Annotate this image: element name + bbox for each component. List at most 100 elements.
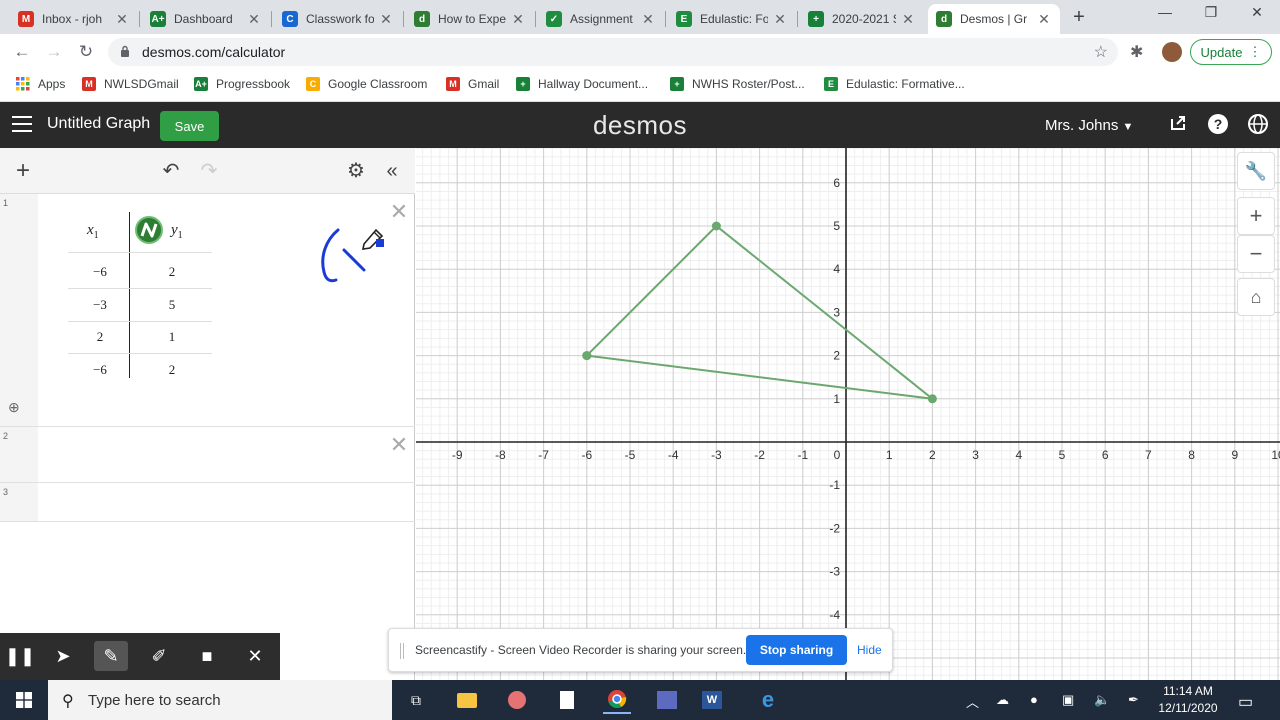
cursor-arrow-icon[interactable]: ➤: [46, 641, 80, 671]
tab-close-icon[interactable]: ✕: [510, 11, 526, 28]
x-cell[interactable]: −6: [70, 362, 130, 378]
webcam-icon[interactable]: ■: [190, 641, 224, 671]
graph-settings-wrench-icon[interactable]: 🔧: [1237, 152, 1275, 190]
back-icon[interactable]: ←: [10, 40, 34, 64]
undo-icon[interactable]: ↶: [158, 158, 184, 184]
hamburger-menu-icon[interactable]: [12, 116, 32, 132]
pause-icon[interactable]: ❚❚: [3, 641, 37, 671]
globe-language-icon[interactable]: [1246, 113, 1270, 137]
pen-cursor-icon: [361, 228, 384, 250]
bookmark-item[interactable]: A+ Progressbook: [194, 77, 290, 91]
drag-grip-icon[interactable]: [400, 643, 404, 659]
browser-tab[interactable]: d How to Expe ✕: [406, 4, 534, 34]
snipping-tool-icon[interactable]: [503, 686, 531, 714]
hide-button[interactable]: Hide: [857, 643, 882, 657]
tab-close-icon[interactable]: ✕: [640, 11, 656, 28]
browser-tab[interactable]: ✓ Assignment ✕: [538, 4, 664, 34]
y-tick-label: -4: [829, 608, 840, 622]
redo-icon[interactable]: ↷: [196, 158, 222, 184]
notepad-icon[interactable]: [553, 686, 581, 714]
restore-icon[interactable]: ❐: [1188, 4, 1234, 21]
close-toolbar-icon[interactable]: ✕: [238, 641, 272, 671]
bookmark-item[interactable]: M NWLSDGmail: [82, 77, 179, 91]
graph-title[interactable]: Untitled Graph: [47, 115, 150, 133]
volume-icon[interactable]: 🔈: [1094, 692, 1110, 708]
x-cell[interactable]: −3: [70, 297, 130, 313]
eraser-icon[interactable]: ✐: [142, 641, 176, 671]
file-explorer-icon[interactable]: [453, 686, 481, 714]
microphone-icon[interactable]: ●: [1030, 692, 1038, 707]
zoom-fit-icon[interactable]: ⊕: [8, 399, 20, 416]
minimize-icon[interactable]: —: [1142, 4, 1188, 20]
help-icon[interactable]: ?: [1206, 113, 1230, 137]
onedrive-cloud-icon[interactable]: ☁: [996, 692, 1009, 708]
save-button[interactable]: Save: [160, 111, 219, 141]
y-column-header[interactable]: y1: [171, 222, 183, 241]
browser-tab[interactable]: C Classwork fo ✕: [274, 4, 402, 34]
x-column-header[interactable]: x1: [87, 222, 99, 241]
collapse-panel-icon[interactable]: «: [379, 158, 405, 184]
zoom-out-icon[interactable]: −: [1237, 235, 1275, 273]
address-bar[interactable]: desmos.com/calculator ☆: [108, 38, 1118, 66]
y-cell[interactable]: 1: [142, 329, 202, 345]
tab-separator: [403, 11, 404, 27]
window-close-icon[interactable]: ✕: [1234, 4, 1280, 21]
calculator-app-icon[interactable]: [653, 686, 681, 714]
y-cell[interactable]: 5: [142, 297, 202, 313]
camera-tray-icon[interactable]: ▣: [1062, 692, 1074, 708]
browser-tab[interactable]: E Edulastic: Fo ✕: [668, 4, 796, 34]
tab-close-icon[interactable]: ✕: [114, 11, 130, 28]
y-tick-label: -2: [829, 521, 840, 535]
chrome-icon[interactable]: [603, 686, 631, 714]
graph-paper[interactable]: -9 -8 -7 -6 -5 -4 -3 -2 -1 0 1 2 3 4 5 6 7 8 9 10 -4 -3 -2 -1 1 2…: [416, 148, 1280, 680]
bookmark-item[interactable]: + NWHS Roster/Post...: [670, 77, 805, 91]
point-style-icon[interactable]: [135, 216, 163, 244]
pen-tool-icon[interactable]: ✎: [94, 641, 128, 671]
y-cell[interactable]: 2: [142, 264, 202, 280]
pen-workspace-icon[interactable]: ✒: [1128, 692, 1139, 708]
system-clock[interactable]: 11:14 AM 12/11/2020: [1150, 683, 1226, 717]
bookmark-item[interactable]: C Google Classroom: [306, 77, 427, 91]
show-hidden-icons-chevron[interactable]: ︿: [966, 692, 979, 711]
update-button[interactable]: Update ⋮: [1190, 39, 1272, 65]
x-cell[interactable]: −6: [70, 264, 130, 280]
bookmark-item[interactable]: Apps: [16, 77, 65, 91]
reload-icon[interactable]: ↻: [74, 40, 98, 64]
add-item-plus-icon[interactable]: +: [10, 158, 36, 184]
tab-close-icon[interactable]: ✕: [1036, 11, 1052, 28]
browser-tab[interactable]: A+ Dashboard ✕: [142, 4, 270, 34]
tab-close-icon[interactable]: ✕: [900, 11, 916, 28]
stop-sharing-button[interactable]: Stop sharing: [746, 635, 847, 665]
new-tab-button[interactable]: +: [1068, 6, 1090, 29]
default-viewport-home-icon[interactable]: ⌂: [1237, 278, 1275, 316]
delete-table-icon[interactable]: ✕: [388, 201, 410, 223]
action-center-icon[interactable]: ▭: [1238, 692, 1253, 712]
windows-start-icon[interactable]: [16, 692, 32, 708]
browser-tab[interactable]: +2020-2021 S ✕: [800, 4, 924, 34]
forward-icon[interactable]: →: [42, 40, 66, 64]
tab-close-icon[interactable]: ✕: [378, 11, 394, 28]
settings-gear-icon[interactable]: ⚙: [343, 158, 369, 184]
x-cell[interactable]: 2: [70, 329, 130, 345]
user-menu[interactable]: Mrs. Johns ▼: [1045, 117, 1133, 134]
tab-close-icon[interactable]: ✕: [772, 11, 788, 28]
browser-tab[interactable]: M Inbox - rjoh ✕: [10, 4, 138, 34]
tab-close-icon[interactable]: ✕: [246, 11, 262, 28]
word-icon[interactable]: W: [698, 686, 726, 714]
zoom-in-icon[interactable]: +: [1237, 197, 1275, 235]
graph-canvas[interactable]: -9 -8 -7 -6 -5 -4 -3 -2 -1 0 1 2 3 4 5 6 7 8 9 10 -4 -3 -2 -1 1 2…: [416, 148, 1280, 680]
task-view-icon[interactable]: ⧉: [402, 686, 430, 714]
y-cell[interactable]: 2: [142, 362, 202, 378]
browser-toolbar: ← → ↻ desmos.com/calculator ☆: [0, 34, 1280, 70]
bookmark-item[interactable]: M Gmail: [446, 77, 499, 91]
edge-icon[interactable]: e: [754, 686, 782, 714]
bookmark-item[interactable]: + Hallway Document...: [516, 77, 648, 91]
profile-avatar[interactable]: [1162, 42, 1182, 62]
taskbar-search-box[interactable]: ⚲ Type here to search: [48, 680, 392, 720]
share-icon[interactable]: [1166, 113, 1190, 137]
bookmark-item[interactable]: E Edulastic: Formative...: [824, 77, 965, 91]
delete-expression-icon[interactable]: ✕: [388, 434, 410, 456]
browser-tab[interactable]: d Desmos | Gr ✕: [928, 4, 1060, 34]
extensions-puzzle-icon[interactable]: ✱: [1130, 42, 1143, 62]
bookmark-star-icon[interactable]: ☆: [1094, 42, 1108, 62]
